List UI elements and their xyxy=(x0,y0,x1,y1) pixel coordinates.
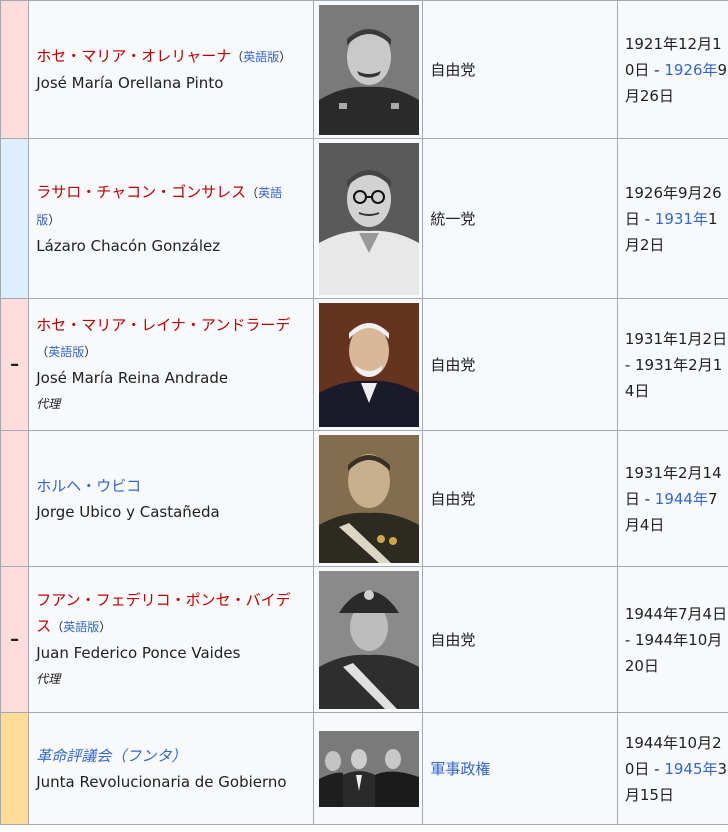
party-name: 自由党 xyxy=(430,489,476,508)
party-cell: 軍事政権 xyxy=(422,712,618,825)
en-paren-open: （ xyxy=(246,185,259,200)
name-cell: フアン・フェデリコ・ポンセ・バイデス（英語版） Juan Federico Po… xyxy=(28,566,314,713)
term-cell: 1926年9月26日 - 1931年1月2日 xyxy=(616,138,728,299)
party-color-cell xyxy=(0,0,30,139)
term-end-year-link[interactable]: 1931年 xyxy=(655,210,708,228)
term-start: 1944年7月4日 xyxy=(624,604,728,623)
term-cell: 1921年12月10日 - 1926年9月26日 xyxy=(616,0,728,139)
party-color-cell: – xyxy=(0,566,30,713)
english-version-link[interactable]: 英語版 xyxy=(243,50,279,64)
president-name-latin: Lázaro Chacón González xyxy=(36,236,221,255)
photo-cell xyxy=(312,712,424,825)
acting-label: 代理 xyxy=(36,672,61,686)
party-cell: 自由党 xyxy=(422,430,618,567)
president-name-jp-link[interactable]: ホセ・マリア・レイナ・アンドラーデ xyxy=(36,316,290,334)
junta-photo[interactable] xyxy=(318,730,419,807)
portrait-photo[interactable] xyxy=(318,434,419,563)
english-version-link[interactable]: 英語版 xyxy=(48,345,84,359)
president-name-latin: Jorge Ubico y Castañeda xyxy=(36,502,220,521)
party-name: 統一党 xyxy=(430,209,476,228)
table-row: – ホセ・マリア・レイナ・アンドラーデ （英語版） José María Rein… xyxy=(0,298,728,431)
party-name: 自由党 xyxy=(430,355,476,374)
photo-cell xyxy=(312,566,424,713)
name-cell: ホセ・マリア・オレリャーナ（英語版） José María Orellana P… xyxy=(28,0,314,139)
portrait-photo[interactable] xyxy=(318,4,419,135)
term-dash: - xyxy=(649,759,665,778)
party-color-cell: – xyxy=(0,298,30,431)
english-version-link[interactable]: 英語版 xyxy=(63,620,99,634)
president-name-jp-link[interactable]: ホセ・マリア・オレリャーナ xyxy=(36,47,231,65)
en-paren-close: ） xyxy=(48,212,61,227)
president-name-latin: Juan Federico Ponce Vaides xyxy=(36,644,241,662)
term-end-year-link[interactable]: 1945年 xyxy=(664,760,717,778)
term-cell: 1931年2月14日 - 1944年7月4日 xyxy=(616,430,728,567)
party-color-cell xyxy=(0,430,30,567)
party-cell: 統一党 xyxy=(422,138,618,299)
photo-cell xyxy=(312,298,424,431)
party-cell: 自由党 xyxy=(422,566,618,713)
table-row: ホセ・マリア・オレリャーナ（英語版） José María Orellana P… xyxy=(0,0,728,139)
acting-label: 代理 xyxy=(36,397,61,411)
party-cell: 自由党 xyxy=(422,298,618,431)
photo-cell xyxy=(312,138,424,299)
term-dash: - xyxy=(624,355,635,374)
en-paren-open: （ xyxy=(36,345,49,359)
party-name-link[interactable]: 軍事政権 xyxy=(430,760,490,778)
term-cell: 1944年10月20日 - 1945年3月15日 xyxy=(616,712,728,825)
junta-name-jp-link[interactable]: 革命評議会（フンタ） xyxy=(36,747,186,765)
term-dash: - xyxy=(639,489,655,508)
presidents-table: ホセ・マリア・オレリャーナ（英語版） José María Orellana P… xyxy=(0,0,728,825)
term-end-year-link[interactable]: 1944年 xyxy=(655,490,708,508)
portrait-photo[interactable] xyxy=(318,142,419,295)
term-end: 1931年2月14日 xyxy=(624,355,723,400)
term-start: 1931年1月2日 xyxy=(624,329,728,348)
term-end: 1944年10月20日 xyxy=(624,630,723,675)
table-row: 革命評議会（フンタ） Junta Revolucionaria de Gobie… xyxy=(0,712,728,825)
name-cell: ホセ・マリア・レイナ・アンドラーデ （英語版） José María Reina … xyxy=(28,298,314,431)
president-name-jp-link[interactable]: ホルヘ・ウビコ xyxy=(36,477,141,495)
table-row: ラサロ・チャコン・ゴンサレス（英語版） Lázaro Chacón Gonzál… xyxy=(0,138,728,299)
party-color-cell xyxy=(0,712,30,825)
photo-cell xyxy=(312,0,424,139)
junta-name-latin: Junta Revolucionaria de Gobierno xyxy=(36,772,287,791)
term-cell: 1931年1月2日 - 1931年2月14日 xyxy=(616,298,728,431)
term-dash: - xyxy=(624,630,635,649)
table-row: ホルヘ・ウビコ Jorge Ubico y Castañeda 自由党 1931… xyxy=(0,430,728,567)
president-name-latin: José María Reina Andrade xyxy=(36,369,229,387)
term-dash: - xyxy=(639,209,655,228)
president-name-jp-link[interactable]: ラサロ・チャコン・ゴンサレス xyxy=(36,183,246,201)
president-name-latin: José María Orellana Pinto xyxy=(36,74,224,92)
portrait-photo[interactable] xyxy=(318,570,419,709)
party-cell: 自由党 xyxy=(422,0,618,139)
party-name: 自由党 xyxy=(430,630,476,649)
term-dash: - xyxy=(649,60,665,79)
table-row: – フアン・フェデリコ・ポンセ・バイデス（英語版） Juan Federico … xyxy=(0,566,728,713)
en-paren-close: ） xyxy=(84,345,97,359)
party-color-cell xyxy=(0,138,30,299)
en-paren-close: ） xyxy=(99,620,112,634)
term-end-year-link[interactable]: 1926年 xyxy=(664,61,717,79)
party-name: 自由党 xyxy=(430,60,476,79)
name-cell: 革命評議会（フンタ） Junta Revolucionaria de Gobie… xyxy=(28,712,314,825)
name-cell: ラサロ・チャコン・ゴンサレス（英語版） Lázaro Chacón Gonzál… xyxy=(28,138,314,299)
portrait-photo[interactable] xyxy=(318,302,419,427)
en-paren-open: （ xyxy=(231,50,244,64)
en-paren-open: （ xyxy=(51,620,64,634)
term-cell: 1944年7月4日 - 1944年10月20日 xyxy=(616,566,728,713)
en-paren-close: ） xyxy=(279,50,292,64)
name-cell: ホルヘ・ウビコ Jorge Ubico y Castañeda xyxy=(28,430,314,567)
photo-cell xyxy=(312,430,424,567)
